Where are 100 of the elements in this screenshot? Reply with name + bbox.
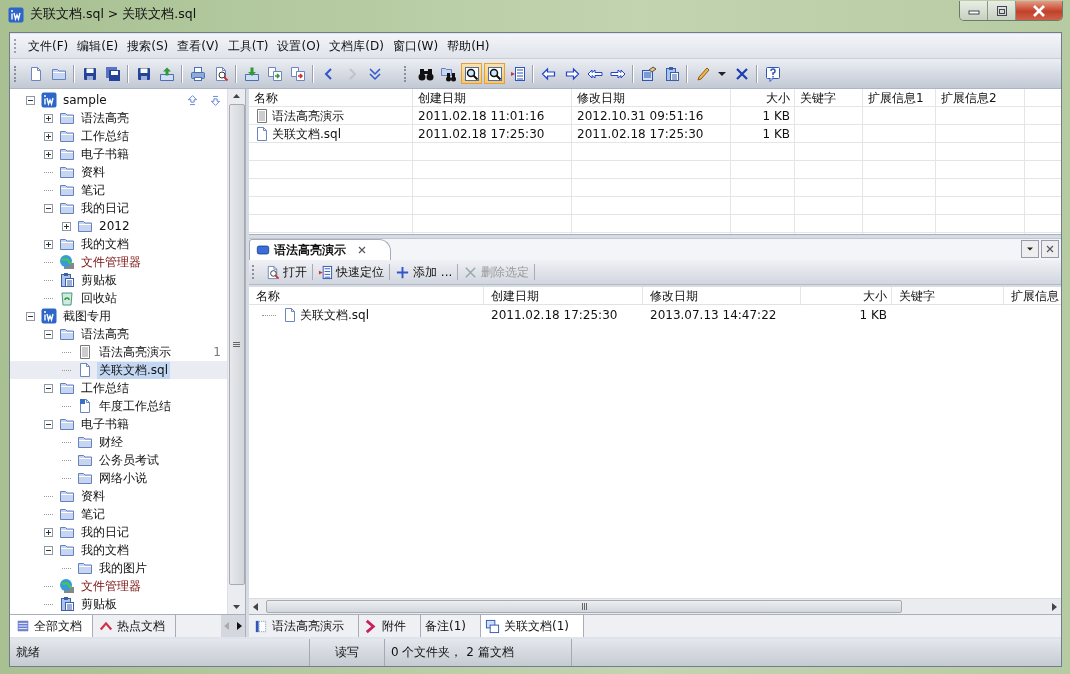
tree-item[interactable]: 回收站 [79,289,119,307]
tree-item[interactable]: 文件管理器 [79,577,143,595]
tree-item[interactable]: 剪贴板 [79,271,119,289]
menu-item[interactable]: 查看(V) [173,34,223,58]
sidebar-tab[interactable]: 热点文档 [93,615,176,637]
search-button[interactable] [484,63,505,84]
help-icon [764,65,781,82]
tree-item[interactable]: 我的文档 [79,235,131,253]
document-tab[interactable]: 语法高亮演示 [249,239,391,260]
menu-item[interactable]: 帮助(H) [443,34,494,58]
collapse-toggle[interactable] [44,383,53,393]
expand-toggle[interactable] [44,149,53,159]
column-header[interactable]: 关键字 [899,287,935,305]
column-header[interactable]: 扩展信息1 [868,89,924,107]
expand-toggle[interactable] [44,113,53,123]
tree-item[interactable]: 我的文档 [79,541,131,559]
menu-item[interactable]: 窗口(W) [388,34,443,58]
column-header[interactable]: 名称 [254,89,278,107]
tab-scroll-buttons[interactable] [221,615,245,637]
scroll-right-icon[interactable] [237,622,242,630]
list-arrow-icon [509,65,526,82]
column-header[interactable]: 扩展信息2 [941,89,997,107]
collapse-toggle[interactable] [44,203,53,213]
move-down-icon [209,94,222,107]
menu-item[interactable]: 工具(T) [223,34,273,58]
add-button[interactable]: 添加 ... [390,264,459,280]
note-page-icon [254,108,270,124]
status-text: 0 个文件夹， 2 篇文档 [391,644,514,661]
move-down-button[interactable] [209,94,222,107]
close-panel-button[interactable] [1041,240,1059,258]
collapse-toggle[interactable] [44,419,53,429]
menu-item[interactable]: 设置(O) [273,34,325,58]
arrow-right-icon [563,65,580,82]
panel-tab[interactable]: 语法高亮演示 [249,615,359,637]
menu-item[interactable]: 文档库(D) [325,34,388,58]
move-up-button[interactable] [186,94,199,107]
tree-item[interactable]: 工作总结 [79,379,131,397]
close-button[interactable] [1016,1,1062,20]
collapse-toggle[interactable] [44,545,53,555]
scroll-up-icon[interactable] [233,94,240,98]
app-logo-icon [8,6,24,23]
tree-item[interactable]: 语法高亮 [79,325,131,343]
expand-toggle[interactable] [44,239,53,249]
tree-item[interactable]: 资料 [79,487,107,505]
tree-item[interactable]: sample [61,93,109,107]
file-name[interactable]: 关联文档.sql [300,306,370,323]
tree-item[interactable]: 电子书籍 [79,415,131,433]
collapse-toggle[interactable] [26,311,35,321]
menu-item[interactable]: 搜索(S) [123,34,173,58]
column-header[interactable]: 扩展信息 [1011,287,1059,305]
list-arrow-icon [318,264,333,280]
column-header[interactable]: 修改日期 [577,89,625,107]
file-name[interactable]: 语法高亮演示 [272,107,344,125]
expand-toggle[interactable] [44,131,53,141]
tree-item[interactable]: 笔记 [79,181,107,199]
column-header[interactable]: 大小 [766,89,790,107]
panel-tab[interactable]: 关联文档(1) [481,615,584,637]
tree-item[interactable]: 文件管理器 [79,253,143,271]
column-header[interactable]: 大小 [863,287,887,305]
tree-item[interactable]: 年度工作总结 [97,397,173,415]
scroll-down-icon[interactable] [233,605,240,609]
tree-item[interactable]: 工作总结 [79,127,131,145]
menu-item[interactable]: 文件(F) [24,34,73,58]
folder-icon [59,164,75,180]
tree-item[interactable]: 我的图片 [97,559,149,577]
scrollbar-thumb[interactable] [266,600,902,613]
tree-item[interactable]: 截图专用 [61,307,113,325]
tree-item[interactable]: 2012 [97,219,132,233]
sidebar-tab[interactable]: 全部文档 [10,615,93,637]
expand-toggle[interactable] [44,527,53,537]
tree-item[interactable]: 关联文档.sql [97,361,171,379]
collapse-toggle[interactable] [26,95,35,105]
open-button[interactable]: 打开 [260,264,313,280]
column-header[interactable]: 关键字 [800,89,836,107]
tree-item[interactable]: 我的日记 [79,523,131,541]
column-header[interactable]: 创建日期 [491,287,539,305]
menu-item[interactable]: 编辑(E) [73,34,123,58]
locate-button[interactable]: 快速定位 [313,264,390,280]
tree-item[interactable]: 网络小说 [97,469,149,487]
panel-tab[interactable]: 附件 [359,615,421,637]
tree-item[interactable]: 剪贴板 [79,595,119,613]
tree-item[interactable]: 公务员考试 [97,451,161,469]
column-header[interactable]: 修改日期 [650,287,698,305]
tree-item[interactable]: 我的日记 [79,199,131,217]
scroll-right-icon[interactable] [1052,602,1057,611]
column-header[interactable]: 名称 [256,287,280,305]
tree-item[interactable]: 资料 [79,163,107,181]
tree-item[interactable]: 财经 [97,433,125,451]
horizontal-scrollbar[interactable] [249,598,1061,614]
tree-item[interactable]: 笔记 [79,505,107,523]
column-header[interactable]: 创建日期 [418,89,466,107]
zoom-button[interactable] [461,63,482,84]
tree-item[interactable]: 语法高亮演示 [97,343,173,361]
scroll-left-icon[interactable] [253,602,258,611]
tree-item[interactable]: 电子书籍 [79,145,131,163]
tree-item[interactable]: 语法高亮 [79,109,131,127]
maximize-button[interactable] [988,1,1016,20]
file-name[interactable]: 关联文档.sql [272,125,342,143]
collapse-toggle[interactable] [44,329,53,339]
expand-toggle[interactable] [62,221,71,231]
